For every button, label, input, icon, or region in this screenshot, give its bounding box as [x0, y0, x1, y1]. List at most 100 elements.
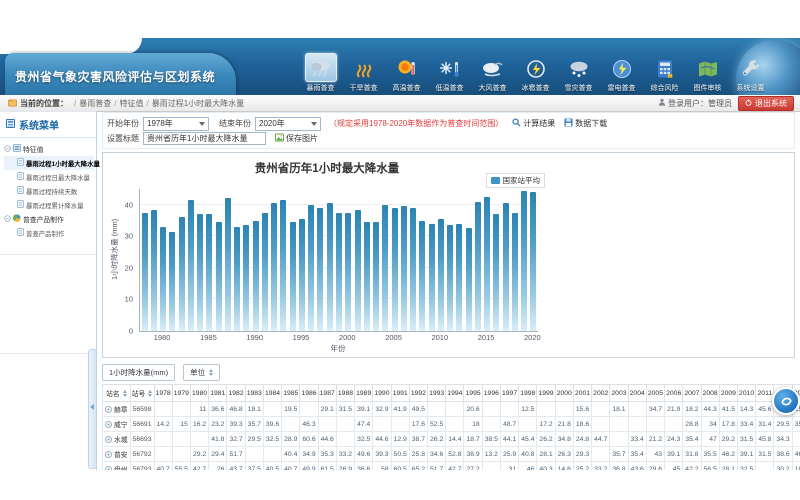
- bar[interactable]: [512, 213, 518, 331]
- value-cell: 47.4: [355, 417, 373, 432]
- nav-item-wind[interactable]: 大风普查: [471, 55, 514, 93]
- bar[interactable]: [429, 224, 435, 331]
- bar[interactable]: [299, 219, 305, 331]
- bar[interactable]: [503, 203, 509, 331]
- nav-item-heat[interactable]: 高温普查: [385, 55, 428, 93]
- year-column-header: 1990: [373, 385, 391, 402]
- value-cell: 26.2: [537, 432, 555, 447]
- value-cell: 18.2: [683, 402, 701, 417]
- sidebar-item[interactable]: 暴雨过程累计降水量: [4, 198, 94, 212]
- bar[interactable]: [206, 214, 212, 331]
- radio-icon[interactable]: [105, 406, 112, 413]
- logout-button[interactable]: 退出系统: [738, 96, 794, 111]
- nav-item-lightning[interactable]: 雷电普查: [600, 55, 643, 93]
- nav-item-snow[interactable]: 雪灾普查: [557, 55, 600, 93]
- calc-result-button[interactable]: 计算结果: [512, 118, 555, 129]
- value-cell: 40.5: [263, 462, 281, 471]
- id-column-header[interactable]: 站号: [130, 385, 154, 402]
- bar[interactable]: [169, 232, 175, 331]
- floating-widget-button[interactable]: [772, 387, 800, 415]
- bar[interactable]: [179, 217, 185, 331]
- breadcrumb-item[interactable]: 暴雨过程1小时最大降水量: [152, 99, 244, 108]
- unit-filter[interactable]: 单位: [183, 364, 220, 381]
- start-year-select[interactable]: 1978年: [143, 117, 209, 131]
- bar[interactable]: [197, 214, 203, 331]
- bar[interactable]: [475, 202, 481, 331]
- radio-icon[interactable]: [105, 421, 112, 428]
- bar[interactable]: [160, 227, 166, 331]
- sidebar-item[interactable]: 暴雨过程1小时最大降水量: [4, 156, 94, 170]
- radio-icon[interactable]: [105, 451, 112, 458]
- bar[interactable]: [382, 205, 388, 331]
- bar[interactable]: [234, 227, 240, 331]
- bar[interactable]: [364, 222, 370, 331]
- bar[interactable]: [151, 210, 157, 331]
- end-year-select[interactable]: 2020年: [255, 117, 321, 131]
- bar[interactable]: [271, 203, 277, 331]
- bar[interactable]: [216, 222, 222, 331]
- bar[interactable]: [308, 205, 314, 331]
- tree-group[interactable]: 普查产品制作: [4, 212, 94, 226]
- bar[interactable]: [142, 213, 148, 331]
- chart-legend[interactable]: 国家站平均: [486, 173, 546, 188]
- value-cell: 25.8: [409, 447, 427, 462]
- bar[interactable]: [345, 213, 351, 331]
- bar[interactable]: [327, 203, 333, 331]
- radio-icon[interactable]: [105, 466, 112, 470]
- bar[interactable]: [530, 192, 536, 331]
- sidebar-item[interactable]: 暴雨过程日最大降水量: [4, 170, 94, 184]
- radio-icon[interactable]: [105, 436, 112, 443]
- bar[interactable]: [355, 210, 361, 331]
- breadcrumb-item[interactable]: 暴雨普查: [79, 99, 111, 108]
- bar[interactable]: [419, 221, 425, 331]
- value-cell: 29.6: [646, 462, 664, 471]
- sidebar-item[interactable]: 普查产品制作: [4, 226, 94, 240]
- value-cell: 28.8: [683, 417, 701, 432]
- bar[interactable]: [336, 213, 342, 331]
- breadcrumb-item[interactable]: 特征值: [119, 99, 143, 108]
- bar[interactable]: [253, 221, 259, 331]
- bar[interactable]: [373, 222, 379, 331]
- bar[interactable]: [521, 191, 527, 331]
- user-icon: [658, 98, 666, 108]
- value-cell: 37.5: [245, 462, 263, 471]
- bar[interactable]: [466, 228, 472, 331]
- bar[interactable]: [243, 225, 249, 331]
- nav-item-risk[interactable]: 综合风险: [643, 55, 686, 93]
- bar[interactable]: [392, 208, 398, 331]
- year-column-header: 1987: [318, 385, 336, 402]
- bar[interactable]: [188, 200, 194, 331]
- name-column-header[interactable]: 站名: [103, 385, 131, 402]
- nav-item-map[interactable]: 图件审核: [686, 55, 729, 93]
- save-image-button[interactable]: 保存图片: [275, 133, 318, 144]
- bar[interactable]: [280, 200, 286, 331]
- nav-item-hail[interactable]: 冰雹普查: [514, 55, 557, 93]
- panel-splitter[interactable]: [88, 349, 97, 469]
- set-title-label: 设置标题: [107, 133, 139, 144]
- bar[interactable]: [317, 208, 323, 331]
- bar[interactable]: [410, 208, 416, 331]
- bar[interactable]: [438, 219, 444, 331]
- nav-item-cold[interactable]: 低温普查: [428, 55, 471, 93]
- value-cell: 36.6: [355, 462, 373, 471]
- bar[interactable]: [225, 198, 231, 331]
- nav-item-drought[interactable]: 干旱普查: [342, 55, 385, 93]
- drought-icon: [349, 55, 379, 82]
- nav-item-settings[interactable]: 系统设置: [729, 55, 772, 93]
- value-cell: [172, 402, 190, 417]
- bar[interactable]: [447, 225, 453, 331]
- nav-item-rainstorm[interactable]: 暴雨普查: [299, 53, 342, 93]
- sidebar-item[interactable]: 暴雨过程持续天数: [4, 184, 94, 198]
- bar[interactable]: [290, 222, 296, 331]
- bar[interactable]: [456, 224, 462, 331]
- chart-title-input[interactable]: [143, 132, 266, 145]
- bar[interactable]: [493, 214, 499, 331]
- value-cell: [792, 432, 800, 447]
- value-cell: [318, 417, 336, 432]
- data-download-button[interactable]: 数据下载: [564, 118, 607, 129]
- tree-group[interactable]: 特征值: [4, 142, 94, 156]
- bar[interactable]: [262, 213, 268, 331]
- metric-filter[interactable]: 1小时降水量(mm): [102, 364, 175, 381]
- bar[interactable]: [401, 206, 407, 331]
- bar[interactable]: [484, 197, 490, 331]
